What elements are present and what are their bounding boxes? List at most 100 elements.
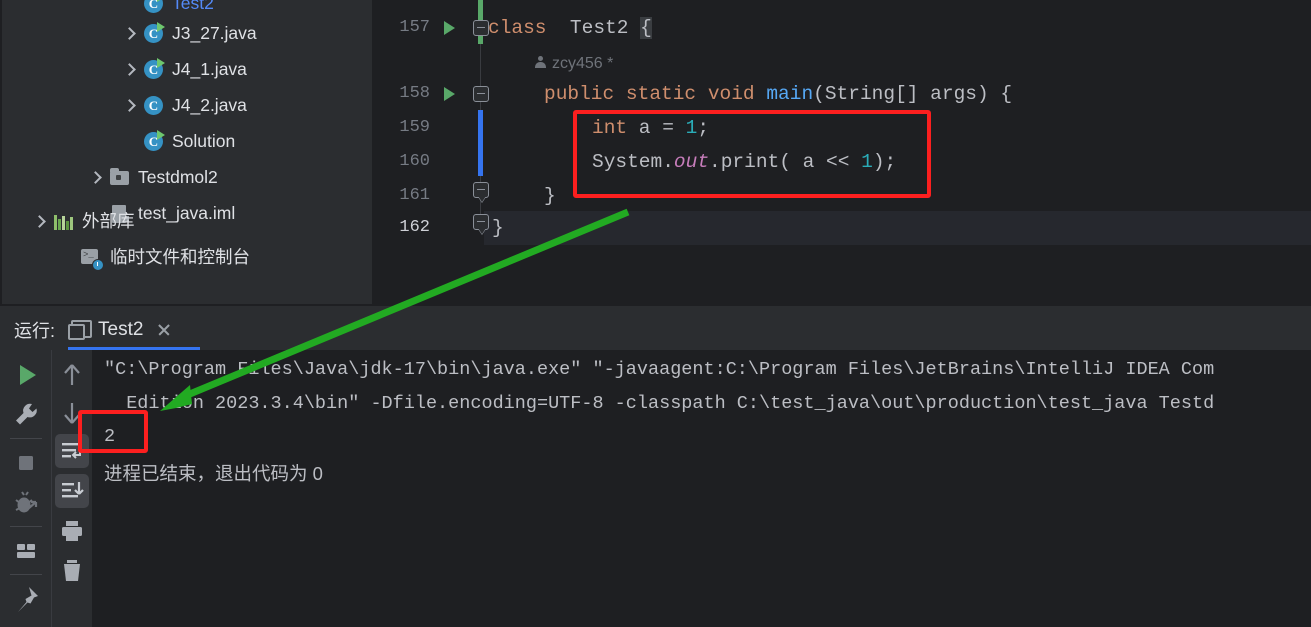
tree-item-label: J3_27.java <box>172 23 257 44</box>
pin-icon <box>18 587 38 612</box>
idea-window: C Test2 C J3_27.java C J4_1.java C J4_2.java C So… <box>0 0 1311 627</box>
editor-gutter[interactable]: 157 158 159 160 161 162 <box>374 0 489 304</box>
run-tool-window-title: 运行: <box>14 321 56 341</box>
project-tool-window[interactable]: C Test2 C J3_27.java C J4_1.java C J4_2.java C So… <box>0 0 372 304</box>
printer-icon <box>62 521 82 541</box>
run-toolbar-left[interactable] <box>0 350 52 627</box>
fold-marker-class[interactable] <box>473 20 489 36</box>
clear-all-button[interactable] <box>55 554 89 588</box>
java-class-icon: C <box>142 94 166 118</box>
bug-attach-icon <box>15 491 38 513</box>
tree-item-J4_1.java[interactable]: C J4_1.java <box>2 52 372 88</box>
line-number-current: 162 <box>399 218 430 237</box>
java-class-run-icon: C <box>142 22 166 46</box>
tree-item-label: Solution <box>172 131 236 152</box>
settings-button[interactable] <box>9 398 43 432</box>
console-line-exit: 进程已结束，退出代码为 0 <box>104 463 323 484</box>
toolbar-separator-2 <box>10 526 42 527</box>
chevron-right-icon[interactable] <box>86 168 106 188</box>
console-output[interactable]: "C:\Program Files\Java\jdk-17\bin\java.e… <box>92 350 1311 627</box>
scratches-icon: >_ <box>80 246 104 271</box>
keyword-class: class <box>488 17 547 39</box>
tree-item-label: 临时文件和控制台 <box>110 247 250 268</box>
scroll-to-end-button[interactable] <box>55 474 89 508</box>
person-icon <box>534 56 547 69</box>
method-signature: (String[] args) { <box>813 83 1013 105</box>
run-configuration-tab[interactable]: Test2 <box>68 310 173 350</box>
tree-item-label: 外部库 <box>82 211 135 232</box>
inlay-hint-label: zcy456 * <box>552 55 614 72</box>
chevron-right-icon[interactable] <box>120 24 140 44</box>
line-number: 161 <box>399 186 430 205</box>
console-line: "C:\Program Files\Java\jdk-17\bin\java.e… <box>104 359 1215 380</box>
tree-item-label: J4_1.java <box>172 59 247 80</box>
rerun-button[interactable] <box>9 358 43 392</box>
tree-item-J3_27.java[interactable]: C J3_27.java <box>2 16 372 52</box>
java-class-run-icon: C <box>142 0 166 16</box>
tree-item-J4_2.java[interactable]: C J4_2.java <box>2 88 372 124</box>
stop-button[interactable] <box>9 446 43 480</box>
run-tab-label: Test2 <box>98 319 144 340</box>
line-number: 157 <box>399 18 430 37</box>
space2 <box>628 17 640 39</box>
tree-item-label: J4_2.java <box>172 95 247 116</box>
folder-icon <box>108 166 132 190</box>
code-highlight-box <box>573 110 931 198</box>
method-name-main: main <box>766 83 814 105</box>
wrench-icon <box>16 403 37 425</box>
matched-brace: { <box>640 17 652 39</box>
code-line-161: } <box>544 185 556 207</box>
tree-item-label: Testdmol2 <box>138 167 218 188</box>
run-config-icon <box>68 320 92 340</box>
line-number: 159 <box>399 118 430 137</box>
pin-button[interactable] <box>9 582 43 616</box>
chevron-right-icon[interactable] <box>30 212 50 232</box>
trash-icon <box>64 560 80 581</box>
arrow-up-icon <box>64 364 80 385</box>
code-line-158: public static void main(String[] args) { <box>544 83 1012 105</box>
vcs-modified-marker <box>478 110 483 176</box>
chevron-right-icon[interactable] <box>120 60 140 80</box>
output-highlight-box <box>78 410 148 453</box>
run-method-gutter-icon[interactable] <box>444 87 455 101</box>
tree-item-临时文件和控制台[interactable]: >_ 临时文件和控制台 <box>2 240 372 276</box>
code-line-157: class Test2 { <box>488 17 652 39</box>
stop-icon <box>19 456 33 470</box>
code-line-162: } <box>492 217 504 239</box>
print-button[interactable] <box>55 514 89 548</box>
run-tool-window: 运行: Test2 "C:\Program Files\Java\jdk-17\… <box>0 306 1311 627</box>
tree-item-Solution[interactable]: C Solution <box>2 124 372 160</box>
fold-marker-class-end[interactable] <box>473 214 489 230</box>
prev-occurrence-button[interactable] <box>55 358 89 392</box>
chevron-right-icon[interactable] <box>120 96 140 116</box>
library-icon <box>52 210 76 234</box>
caret-line-highlight <box>374 211 1311 245</box>
java-class-run-icon: C <box>142 58 166 82</box>
code-author-inlay-hint[interactable]: zcy456 * <box>534 52 613 74</box>
toolbar-separator-3 <box>10 574 42 575</box>
tree-item-Testdmol2[interactable]: Testdmol2 <box>2 160 372 196</box>
console-line: Edition 2023.3.4\bin" -Dfile.encoding=UT… <box>104 393 1215 414</box>
play-icon <box>20 365 36 385</box>
line-number: 160 <box>399 152 430 171</box>
tree-item-label: Test2 <box>172 0 214 14</box>
console-toolbar-right[interactable] <box>53 350 91 627</box>
close-icon[interactable] <box>155 321 173 339</box>
run-class-gutter-icon[interactable] <box>444 21 455 35</box>
class-name-test2: Test2 <box>569 17 629 39</box>
fold-marker-method[interactable] <box>473 86 489 102</box>
toolbar-separator <box>10 438 42 439</box>
java-class-run-icon: C <box>142 130 166 154</box>
debug-attach-button[interactable] <box>9 486 43 520</box>
scroll-end-icon <box>62 482 84 498</box>
method-modifiers: public static void <box>544 83 767 105</box>
layout-button[interactable] <box>9 534 43 568</box>
layout-icon <box>17 544 35 558</box>
fold-marker-method-end[interactable] <box>473 182 489 198</box>
tree-item-外部库[interactable]: 外部库 <box>2 204 372 240</box>
line-number: 158 <box>399 84 430 103</box>
